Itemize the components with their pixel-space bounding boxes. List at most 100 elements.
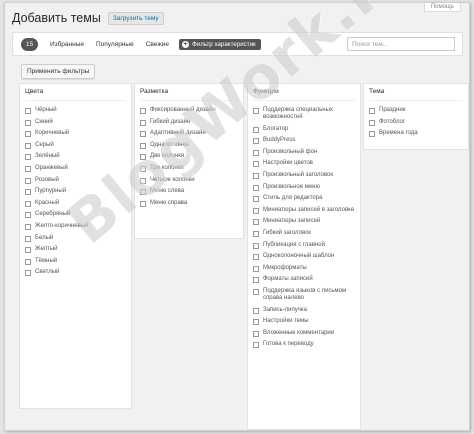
filter-option[interactable]: Поддержка языков с письмом справа налево xyxy=(253,288,355,302)
filter-checkbox[interactable] xyxy=(253,172,259,179)
filter-checkbox[interactable] xyxy=(140,142,146,149)
filter-option[interactable]: Красный xyxy=(25,200,126,207)
filter-option[interactable]: Четыре колонки xyxy=(140,177,238,184)
filter-checkbox[interactable] xyxy=(253,184,259,191)
tab-latest[interactable]: Свежие xyxy=(146,41,169,48)
filter-option[interactable]: BuddyPress xyxy=(253,137,355,145)
filter-checkbox[interactable] xyxy=(253,230,259,237)
filter-checkbox[interactable] xyxy=(140,189,146,196)
filter-checkbox[interactable] xyxy=(25,247,31,254)
help-tab[interactable]: Помощь xyxy=(423,3,461,12)
filter-option[interactable]: Зелёный xyxy=(25,153,126,161)
filter-option[interactable]: Времена года xyxy=(369,130,463,138)
filter-option[interactable]: Две колонки xyxy=(140,153,238,161)
filter-checkbox[interactable] xyxy=(253,277,259,284)
filter-option[interactable]: Серебряный xyxy=(25,211,126,219)
filter-checkbox[interactable] xyxy=(253,265,259,272)
filter-option[interactable]: Чёрный xyxy=(25,107,126,114)
filter-option[interactable]: Адаптивный дизайн xyxy=(140,130,238,138)
filter-option[interactable]: Меню справа xyxy=(140,200,238,207)
filter-option[interactable]: Меню слева xyxy=(140,188,238,196)
filter-option[interactable]: Гибкий заголовок xyxy=(253,230,355,237)
filter-option[interactable]: Желто-коричневый xyxy=(25,223,126,230)
search-input[interactable] xyxy=(347,37,455,51)
filter-checkbox[interactable] xyxy=(25,154,31,161)
filter-option[interactable]: Миниатюры записей в заголовке xyxy=(253,207,355,214)
filter-option[interactable]: Розовый xyxy=(25,177,126,184)
filter-option[interactable]: Праздник xyxy=(369,107,463,114)
filter-checkbox[interactable] xyxy=(253,219,259,226)
filter-checkbox[interactable] xyxy=(253,126,259,133)
filter-option[interactable]: Готова к переводу xyxy=(253,341,355,349)
filter-option[interactable]: Светлый xyxy=(25,269,126,277)
filter-checkbox[interactable] xyxy=(140,119,146,126)
filter-option[interactable]: Серый xyxy=(25,142,126,149)
filter-checkbox[interactable] xyxy=(253,242,259,249)
filter-option[interactable]: Оранжевый xyxy=(25,165,126,172)
filter-option[interactable]: Форматы записей xyxy=(253,276,355,284)
filter-checkbox[interactable] xyxy=(253,342,259,349)
filter-checkbox[interactable] xyxy=(25,119,31,126)
upload-theme-button[interactable]: Загрузить тему xyxy=(107,11,164,25)
filter-option[interactable]: Одноколоночный шаблон xyxy=(253,253,355,261)
filter-option[interactable]: Микроформаты xyxy=(253,265,355,272)
filter-checkbox[interactable] xyxy=(25,131,31,138)
filter-option[interactable]: Произвольное меню xyxy=(253,184,355,191)
filter-checkbox[interactable] xyxy=(140,131,146,138)
tab-featured[interactable]: Избранные xyxy=(50,41,84,48)
filter-checkbox[interactable] xyxy=(253,196,259,203)
filter-checkbox[interactable] xyxy=(369,108,375,114)
tab-popular[interactable]: Популярные xyxy=(96,41,134,48)
filter-checkbox[interactable] xyxy=(140,177,146,184)
filter-checkbox[interactable] xyxy=(25,212,31,219)
filter-option[interactable]: Тёмный xyxy=(25,258,126,265)
filter-checkbox[interactable] xyxy=(253,161,259,168)
filter-checkbox[interactable] xyxy=(25,142,31,149)
filter-checkbox[interactable] xyxy=(369,131,375,138)
filter-option[interactable]: Белый xyxy=(25,235,126,242)
filter-checkbox[interactable] xyxy=(253,207,259,214)
filter-checkbox[interactable] xyxy=(253,330,259,337)
filter-checkbox[interactable] xyxy=(140,154,146,161)
filter-option[interactable]: Стиль для редактора xyxy=(253,195,355,203)
filter-option[interactable]: Фиксированный дизайн xyxy=(140,107,238,114)
filter-option[interactable]: Фотоблог xyxy=(369,119,463,126)
apply-filters-button[interactable]: Применить фильтры xyxy=(21,64,96,79)
filter-checkbox[interactable] xyxy=(25,223,31,230)
filter-option[interactable]: Настройки цветов xyxy=(253,160,355,168)
filter-option[interactable]: Желтый xyxy=(25,246,126,254)
filter-option[interactable]: Публикация с главной xyxy=(253,242,355,249)
filter-checkbox[interactable] xyxy=(140,165,146,172)
filter-option[interactable]: Настройки темы xyxy=(253,318,355,326)
filter-checkbox[interactable] xyxy=(25,177,31,184)
filter-option[interactable]: Одна колонка xyxy=(140,142,238,149)
filter-checkbox[interactable] xyxy=(369,119,375,126)
filter-checkbox[interactable] xyxy=(25,189,31,196)
filter-option[interactable]: Поддержка специальных возможностей xyxy=(253,107,355,121)
filter-checkbox[interactable] xyxy=(25,165,31,172)
filter-checkbox[interactable] xyxy=(253,254,259,261)
filter-option[interactable]: Синий xyxy=(25,119,126,126)
filter-checkbox[interactable] xyxy=(253,288,259,295)
filter-option[interactable]: Гибкий дизайн xyxy=(140,119,238,126)
feature-filter-button[interactable]: + Фильтр характеристик xyxy=(178,38,261,50)
filter-option[interactable]: Запись-липучка xyxy=(253,307,355,314)
filter-checkbox[interactable] xyxy=(25,270,31,277)
filter-checkbox[interactable] xyxy=(25,200,31,207)
filter-checkbox[interactable] xyxy=(253,149,259,156)
filter-checkbox[interactable] xyxy=(25,108,31,114)
filter-checkbox[interactable] xyxy=(140,200,146,207)
filter-option[interactable]: Вложенные комментарии xyxy=(253,330,355,337)
filter-option[interactable]: Блогатор xyxy=(253,126,355,133)
filter-option[interactable]: Коричневый xyxy=(25,130,126,138)
filter-checkbox[interactable] xyxy=(253,307,259,314)
filter-option[interactable]: Три колонки xyxy=(140,165,238,172)
filter-checkbox[interactable] xyxy=(253,138,259,145)
filter-checkbox[interactable] xyxy=(25,258,31,265)
filter-option[interactable]: Произвольный фон xyxy=(253,149,355,156)
filter-option[interactable]: Произвольный заголовок xyxy=(253,172,355,179)
filter-checkbox[interactable] xyxy=(25,235,31,242)
filter-checkbox[interactable] xyxy=(253,319,259,326)
filter-option[interactable]: Миниатюры записей xyxy=(253,218,355,226)
filter-checkbox[interactable] xyxy=(140,108,146,114)
